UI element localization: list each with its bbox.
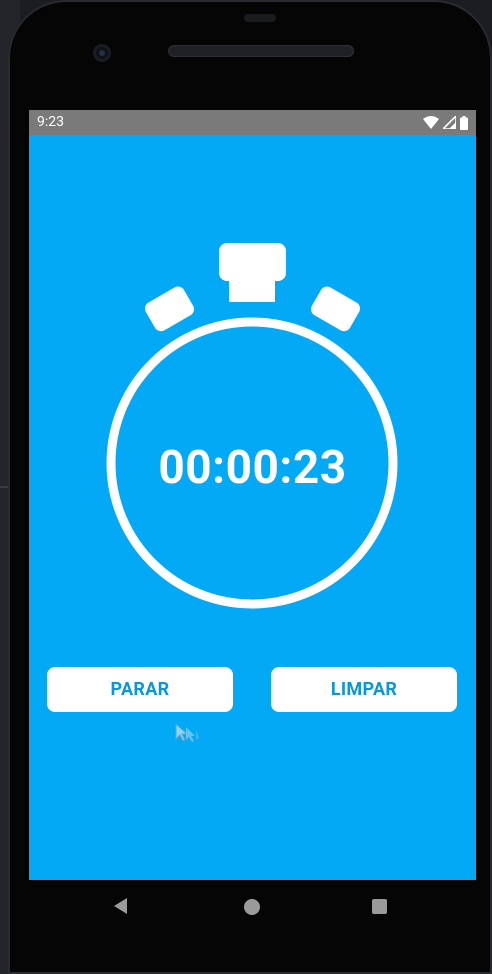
app-screen: 9:23 00:00:23 PARAR LIMPAR <box>29 110 476 880</box>
clear-button[interactable]: LIMPAR <box>271 667 457 712</box>
stop-button[interactable]: PARAR <box>47 667 233 712</box>
front-camera <box>93 44 111 62</box>
home-icon[interactable] <box>244 899 260 915</box>
navigation-bar <box>29 880 476 934</box>
recents-icon[interactable] <box>372 899 387 914</box>
elapsed-time: 00:00:23 <box>158 441 347 495</box>
top-speaker <box>244 14 276 22</box>
earpiece-speaker <box>168 45 354 57</box>
mouse-cursor-icon <box>175 722 200 742</box>
back-icon[interactable] <box>114 898 127 914</box>
